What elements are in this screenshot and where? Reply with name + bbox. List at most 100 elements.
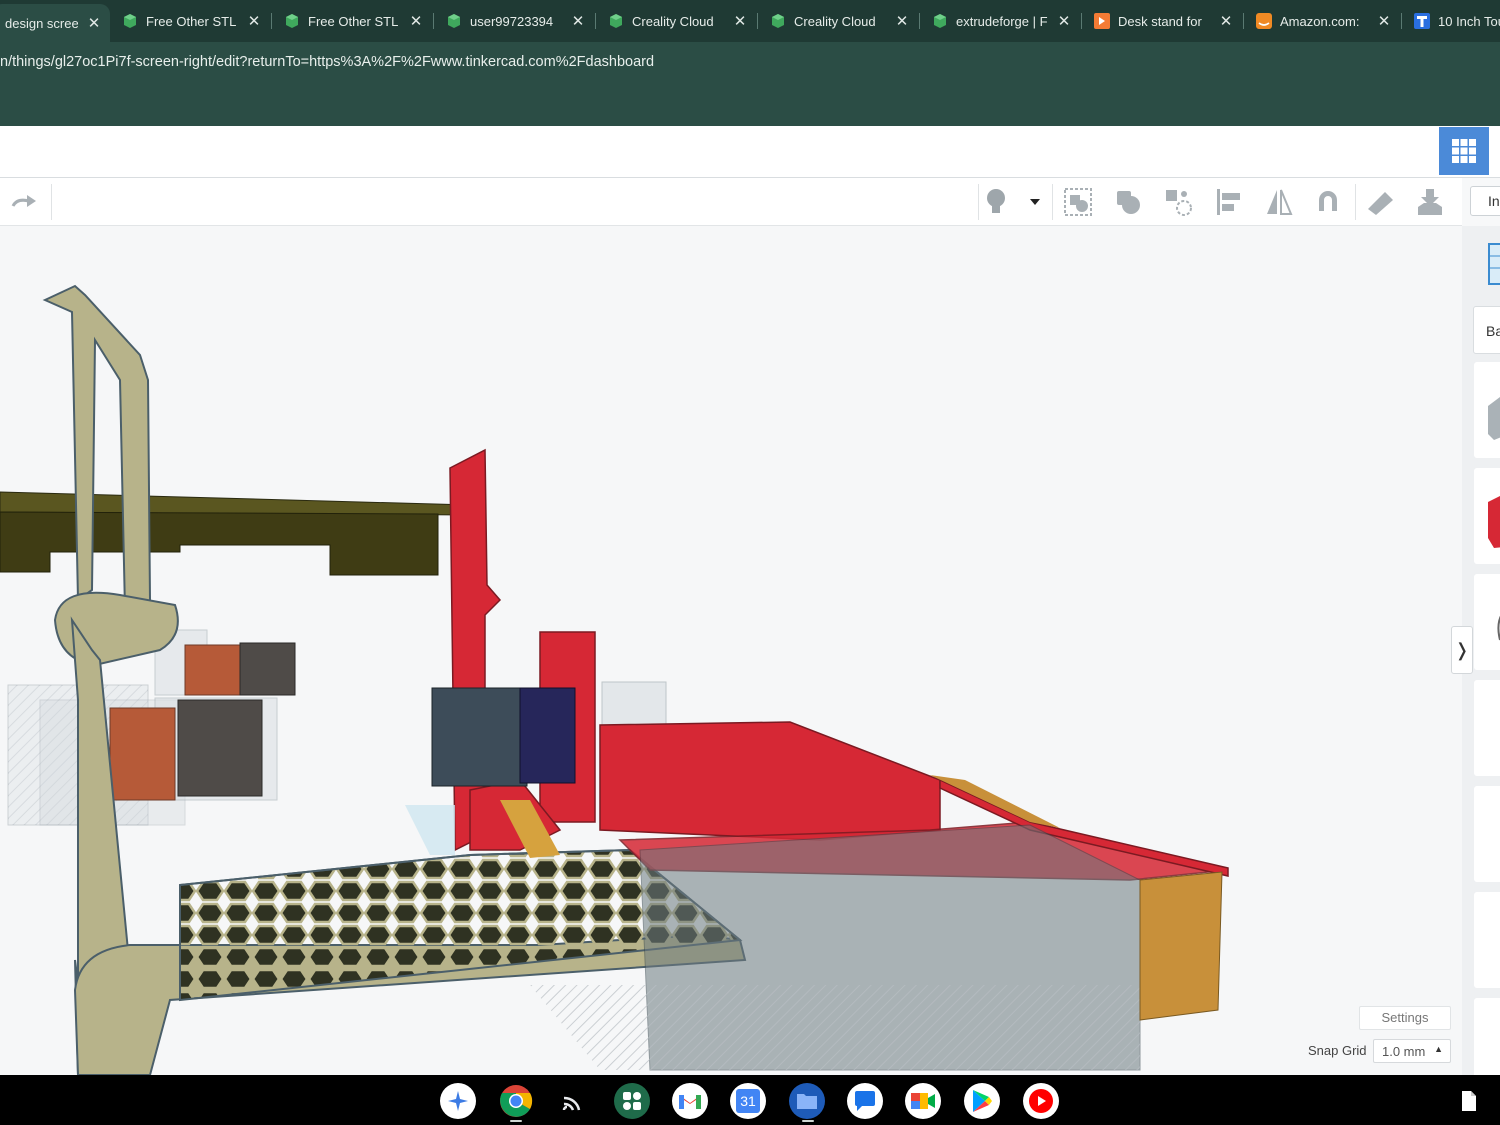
tab-10-inch-touch[interactable]: 10 Inch Tou [1402, 4, 1500, 38]
amazon-favicon [1256, 13, 1272, 29]
shape-box[interactable] [1474, 362, 1500, 458]
show-all-button[interactable] [979, 186, 1013, 218]
shape-cube-red[interactable] [1474, 468, 1500, 564]
basic-shapes-dropdown[interactable]: Ba [1473, 306, 1500, 354]
cast-icon [562, 1096, 581, 1111]
cast-app[interactable] [556, 1083, 592, 1119]
instructables-favicon [1094, 13, 1110, 29]
sphere-shape-icon [1474, 680, 1500, 776]
editor-toolbar [0, 178, 1462, 226]
cults-favicon [286, 14, 298, 28]
tab-extrudeforge[interactable]: extrudeforge | F ✕ [920, 4, 1080, 38]
tab-title: user99723394 [470, 13, 554, 29]
os-shelf: 31 [0, 1075, 1500, 1125]
play-store-icon [973, 1090, 992, 1112]
mirror-button[interactable] [1262, 186, 1296, 218]
running-indicator [510, 1120, 522, 1122]
play-store-app[interactable] [964, 1083, 1000, 1119]
ruler-button[interactable] [1363, 186, 1397, 218]
mirror-icon [1267, 189, 1293, 215]
chrome-app[interactable] [498, 1083, 534, 1119]
shape-cylinder[interactable] [1474, 574, 1500, 670]
calendar-icon: 31 [736, 1089, 760, 1113]
running-indicator [802, 1120, 814, 1122]
tab-desk-stand[interactable]: Desk stand for ✕ [1082, 4, 1242, 38]
cults-favicon [124, 14, 136, 28]
meet-icon [911, 1093, 935, 1109]
tray-document-button[interactable] [1455, 1087, 1483, 1115]
launcher-icon [448, 1091, 468, 1111]
tab-close-icon[interactable]: ✕ [1056, 12, 1072, 30]
tab-close-icon[interactable]: ✕ [732, 12, 748, 30]
torus-shape-icon [1474, 892, 1500, 988]
tab-close-icon[interactable]: ✕ [86, 14, 102, 32]
magnet-icon [1319, 191, 1337, 211]
snap-grid-label: Snap Grid [1308, 1043, 1367, 1058]
dropdown-caret-icon [1030, 199, 1040, 205]
tab-close-icon[interactable]: ✕ [408, 12, 424, 30]
snap-grid-select[interactable]: 1.0 mm ▲ [1373, 1039, 1451, 1063]
3d-workplane[interactable] [0, 226, 1462, 1075]
gmail-icon [679, 1095, 701, 1109]
toolbar-divider [51, 184, 52, 220]
shape-text[interactable] [1474, 786, 1500, 882]
tab-creality-cloud-1[interactable]: Creality Cloud ✕ [596, 4, 756, 38]
launcher-button[interactable] [440, 1083, 476, 1119]
light-bulb-icon [987, 189, 1005, 213]
bookmarks-bar [0, 84, 1500, 126]
cylinder-shape-icon [1497, 615, 1500, 641]
ungroup-button[interactable] [1111, 186, 1145, 218]
tab-design-screen[interactable]: design scree ✕ [0, 4, 110, 42]
tab-free-other-stl-1[interactable]: Free Other STL ✕ [110, 4, 270, 38]
calendar-app[interactable]: 31 [730, 1083, 766, 1119]
tab-title: Desk stand for [1118, 13, 1202, 29]
tab-close-icon[interactable]: ✕ [246, 12, 262, 30]
chat-app[interactable] [847, 1083, 883, 1119]
snap-grid-value: 1.0 mm [1382, 1044, 1426, 1059]
tab-title: design scree [5, 15, 78, 31]
panel-collapse-button[interactable]: ❭ [1451, 626, 1473, 674]
redo-icon [11, 195, 36, 207]
box-shape-icon [1488, 397, 1500, 440]
settings-button[interactable]: Settings [1359, 1006, 1451, 1030]
cults-favicon [772, 14, 784, 28]
app-grid-icon [623, 1092, 641, 1110]
tab-amazon[interactable]: Amazon.com: ✕ [1244, 4, 1400, 38]
khaki-stand [42, 284, 747, 1075]
redo-button[interactable] [8, 186, 42, 218]
cults-favicon [448, 14, 460, 28]
tab-close-icon[interactable]: ✕ [1376, 12, 1392, 30]
export-icon [1418, 189, 1442, 215]
dashboard-grid-button[interactable] [1439, 127, 1489, 175]
tab-user-profile[interactable]: user99723394 ✕ [434, 4, 594, 38]
tab-creality-cloud-2[interactable]: Creality Cloud ✕ [758, 4, 918, 38]
caret-up-icon: ▲ [1434, 1044, 1443, 1054]
tab-free-other-stl-2[interactable]: Free Other STL ✕ [272, 4, 432, 38]
tab-close-icon[interactable]: ✕ [894, 12, 910, 30]
browser-tab-strip: design scree ✕ Free Other STL ✕ Free Oth… [0, 0, 1500, 42]
visibility-dropdown[interactable] [1020, 186, 1050, 218]
group-button[interactable] [1061, 186, 1095, 218]
toolbar-divider [1355, 184, 1356, 220]
address-bar[interactable]: n/things/gl27oc1Pi7f-screen-right/edit?r… [0, 42, 1500, 84]
files-app[interactable] [789, 1083, 825, 1119]
shape-sphere[interactable] [1474, 680, 1500, 776]
cruise-button[interactable] [1311, 186, 1345, 218]
export-button[interactable] [1413, 186, 1447, 218]
tab-title: Amazon.com: [1280, 13, 1360, 29]
youtube-icon [1029, 1089, 1053, 1113]
align-left-button[interactable] [1212, 186, 1246, 218]
import-button[interactable]: In [1470, 186, 1500, 216]
meet-app[interactable] [905, 1083, 941, 1119]
align-button[interactable] [1161, 186, 1195, 218]
t-favicon [1414, 13, 1430, 29]
shape-torus[interactable] [1474, 892, 1500, 988]
grid-icon [1452, 139, 1476, 163]
tab-close-icon[interactable]: ✕ [570, 12, 586, 30]
tab-close-icon[interactable]: ✕ [1218, 12, 1234, 30]
align-icon [1166, 190, 1192, 216]
youtube-app[interactable] [1023, 1083, 1059, 1119]
gmail-app[interactable] [672, 1083, 708, 1119]
app-grid-app[interactable] [614, 1083, 650, 1119]
url-text[interactable]: n/things/gl27oc1Pi7f-screen-right/edit?r… [0, 54, 654, 70]
